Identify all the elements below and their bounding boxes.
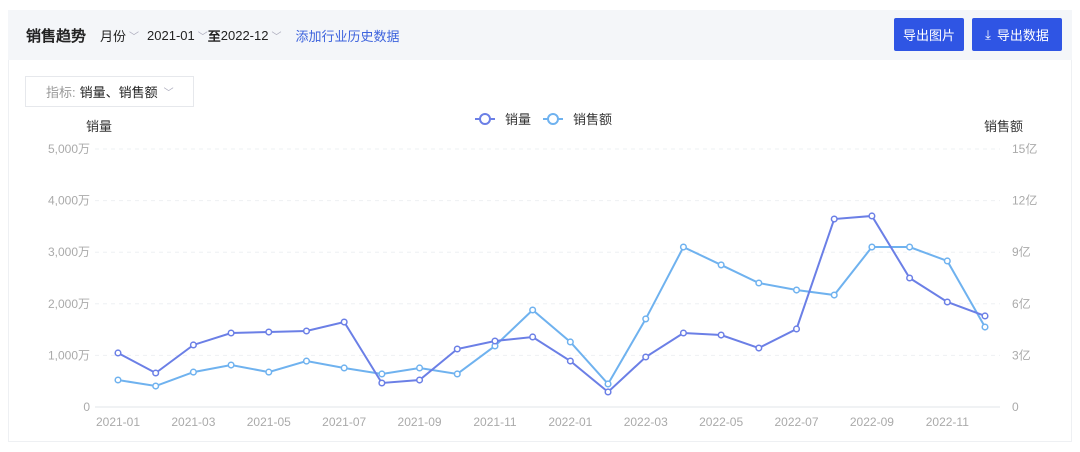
line-chart: 0 0 1,000万 3亿 2,000万 6亿 3,000万 9亿 4,000万 12亿 5,000… bbox=[48, 112, 1037, 429]
y-tick-left: 5,000万 bbox=[48, 142, 90, 156]
data-point bbox=[906, 274, 914, 282]
data-point bbox=[642, 315, 650, 323]
data-point bbox=[302, 327, 311, 335]
data-point bbox=[529, 333, 537, 341]
legend-label: 销售额 bbox=[573, 112, 612, 127]
y-tick-left: 2,000万 bbox=[48, 297, 90, 311]
series-line-sales-amount bbox=[117, 245, 986, 388]
data-point bbox=[378, 370, 386, 378]
data-point bbox=[340, 364, 348, 372]
data-point bbox=[981, 323, 989, 331]
data-point bbox=[679, 243, 687, 251]
data-point bbox=[152, 369, 160, 377]
data-point bbox=[265, 328, 273, 336]
data-point bbox=[227, 361, 235, 369]
data-point bbox=[755, 344, 763, 352]
legend-marker bbox=[547, 113, 559, 125]
data-point bbox=[642, 353, 650, 361]
data-point bbox=[717, 331, 725, 339]
data-point bbox=[189, 368, 197, 376]
data-point bbox=[755, 279, 763, 287]
data-point bbox=[604, 388, 612, 396]
y-tick-right: 12亿 bbox=[1012, 193, 1037, 208]
data-point bbox=[868, 243, 876, 251]
y-tick-left: 4,000万 bbox=[48, 194, 90, 208]
y-tick-left: 1,000万 bbox=[48, 348, 90, 362]
y-axis-title-right: 销售额 bbox=[984, 119, 1023, 134]
data-point bbox=[265, 368, 273, 376]
data-point bbox=[792, 325, 801, 333]
data-point bbox=[792, 286, 801, 294]
x-tick-label: 2021-11 bbox=[473, 415, 516, 429]
x-tick-label: 2021-01 bbox=[96, 415, 140, 429]
data-point bbox=[943, 298, 951, 306]
x-tick-label: 2022-01 bbox=[548, 415, 592, 429]
x-tick-label: 2021-09 bbox=[398, 415, 442, 429]
data-point bbox=[378, 379, 386, 387]
data-point bbox=[830, 291, 838, 299]
y-tick-right: 0 bbox=[1012, 400, 1019, 414]
data-point bbox=[566, 338, 574, 346]
data-point bbox=[529, 306, 537, 314]
data-point bbox=[340, 318, 348, 326]
data-point bbox=[227, 329, 235, 337]
data-point bbox=[868, 212, 876, 220]
x-tick-label: 2021-03 bbox=[171, 415, 215, 429]
data-point bbox=[906, 243, 914, 251]
data-point bbox=[416, 364, 424, 372]
data-point bbox=[679, 329, 687, 337]
data-point bbox=[981, 312, 989, 320]
x-tick-label: 2021-07 bbox=[322, 415, 366, 429]
data-point bbox=[943, 257, 951, 265]
y-axis-title-left: 销量 bbox=[86, 119, 112, 134]
data-point bbox=[114, 349, 122, 357]
legend-label: 销量 bbox=[505, 112, 531, 127]
data-point bbox=[830, 215, 838, 223]
data-point bbox=[189, 341, 197, 349]
x-tick-label: 2022-11 bbox=[926, 415, 969, 429]
x-tick-label: 2022-07 bbox=[774, 415, 818, 429]
data-point bbox=[114, 376, 122, 384]
data-point bbox=[152, 382, 160, 390]
y-tick-right: 6亿 bbox=[1012, 296, 1031, 311]
data-point bbox=[453, 370, 461, 378]
y-tick-right: 9亿 bbox=[1012, 244, 1031, 259]
legend-marker bbox=[479, 113, 491, 125]
y-tick-left: 3,000万 bbox=[48, 245, 90, 259]
data-point bbox=[566, 357, 574, 365]
y-tick-left: 0 bbox=[83, 400, 90, 414]
x-tick-label: 2022-03 bbox=[624, 415, 668, 429]
x-tick-label: 2022-05 bbox=[699, 415, 743, 429]
data-point bbox=[453, 345, 461, 353]
x-tick-label: 2022-09 bbox=[850, 415, 894, 429]
y-tick-right: 3亿 bbox=[1012, 347, 1031, 362]
x-tick-label: 2021-05 bbox=[247, 415, 291, 429]
data-point bbox=[604, 380, 612, 388]
y-tick-right: 15亿 bbox=[1012, 141, 1037, 156]
data-point bbox=[717, 261, 725, 269]
data-point bbox=[416, 376, 424, 384]
data-point bbox=[302, 357, 311, 365]
data-point bbox=[491, 337, 499, 345]
